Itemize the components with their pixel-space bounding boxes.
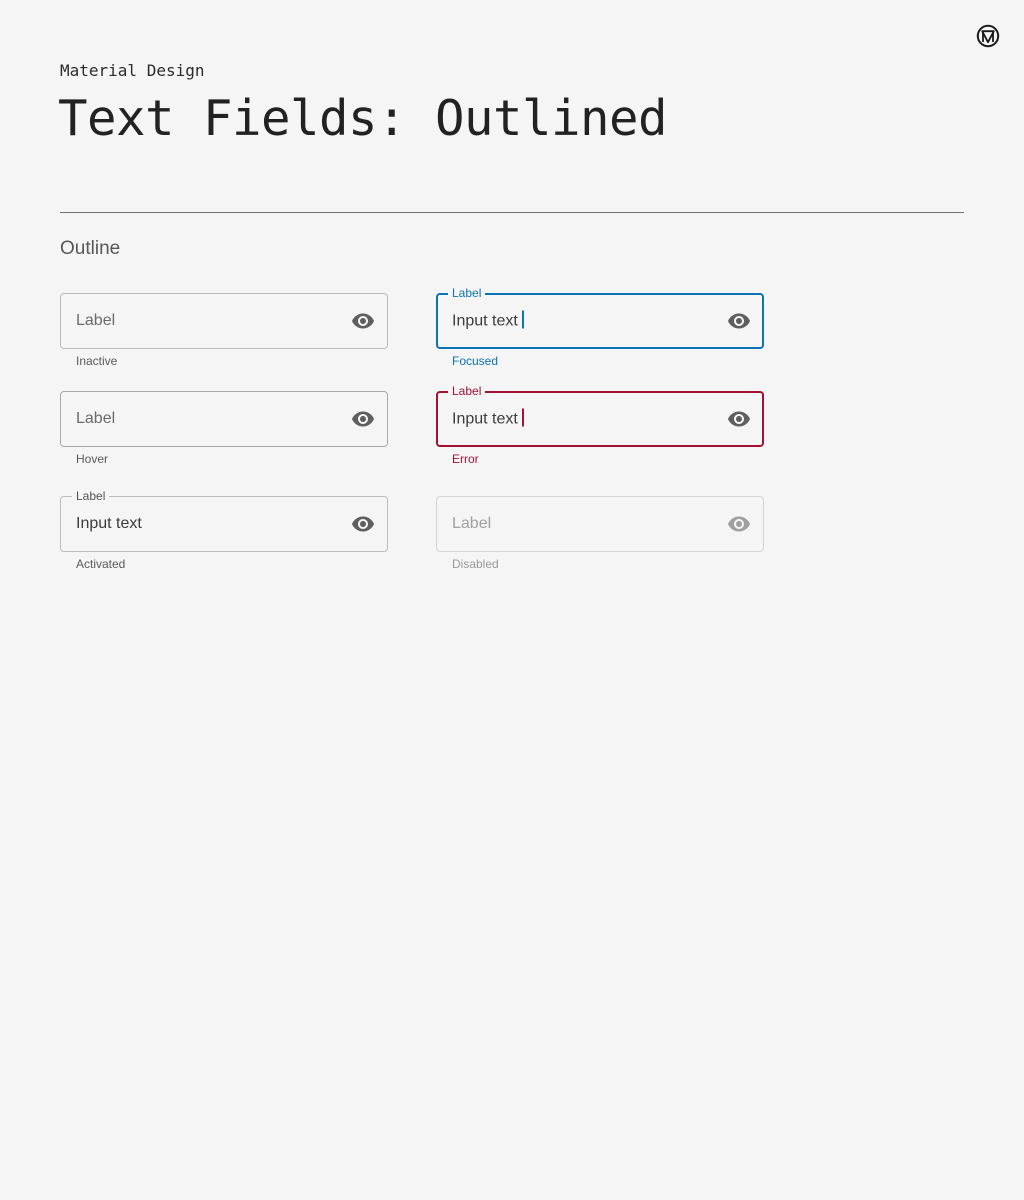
page-title: Text Fields: Outlined xyxy=(58,90,668,147)
header-divider xyxy=(60,212,964,213)
text-field-error: Label Input text Error xyxy=(436,384,764,466)
text-field-focused-box[interactable]: Label Input text xyxy=(436,286,764,349)
eye-icon[interactable] xyxy=(351,512,375,536)
text-cursor xyxy=(521,310,524,329)
eye-icon[interactable] xyxy=(727,309,751,333)
text-field-activated: Label Input text Activated xyxy=(60,489,388,571)
eye-icon[interactable] xyxy=(351,407,375,431)
text-field-disabled: Label Disabled xyxy=(436,496,764,571)
text-field-activated-label: Label xyxy=(72,489,110,503)
text-field-activated-value: Input text xyxy=(76,515,142,532)
text-field-error-helper: Error xyxy=(452,452,479,466)
text-field-error-label: Label xyxy=(448,384,486,398)
text-field-focused-helper: Focused xyxy=(452,354,499,368)
eye-icon xyxy=(728,516,750,532)
text-field-focused-content: Input text xyxy=(452,310,524,332)
text-cursor xyxy=(521,408,524,427)
text-field-hover: Label Hover xyxy=(60,391,388,466)
text-field-focused: Label Input text Focused xyxy=(436,286,764,368)
eye-icon[interactable] xyxy=(727,407,751,431)
section-title-outline: Outline xyxy=(60,238,121,259)
text-field-disabled-helper: Disabled xyxy=(452,557,499,571)
text-field-focused-value: Input text xyxy=(452,312,518,330)
text-field-disabled-placeholder: Label xyxy=(452,515,492,532)
text-field-inactive-placeholder: Label xyxy=(76,312,116,329)
text-field-inactive-box[interactable]: Label xyxy=(60,293,388,349)
text-field-focused-label: Label xyxy=(448,286,486,300)
text-field-activated-helper: Activated xyxy=(76,557,126,571)
page-eyebrow: Material Design xyxy=(60,61,205,80)
eye-icon[interactable] xyxy=(351,309,375,333)
material-logo-icon[interactable] xyxy=(976,24,1000,48)
text-field-inactive: Label Inactive xyxy=(60,293,388,368)
text-field-activated-box[interactable]: Label Input text xyxy=(60,489,388,552)
text-field-hover-placeholder: Label xyxy=(76,410,116,427)
text-field-error-value: Input text xyxy=(452,410,518,428)
text-field-inactive-helper: Inactive xyxy=(76,354,118,368)
text-field-error-box[interactable]: Label Input text xyxy=(436,384,764,447)
text-field-error-content: Input text xyxy=(452,408,524,430)
text-field-hover-helper: Hover xyxy=(76,452,109,466)
text-field-disabled-box: Label xyxy=(436,496,764,552)
text-field-hover-box[interactable]: Label xyxy=(60,391,388,447)
